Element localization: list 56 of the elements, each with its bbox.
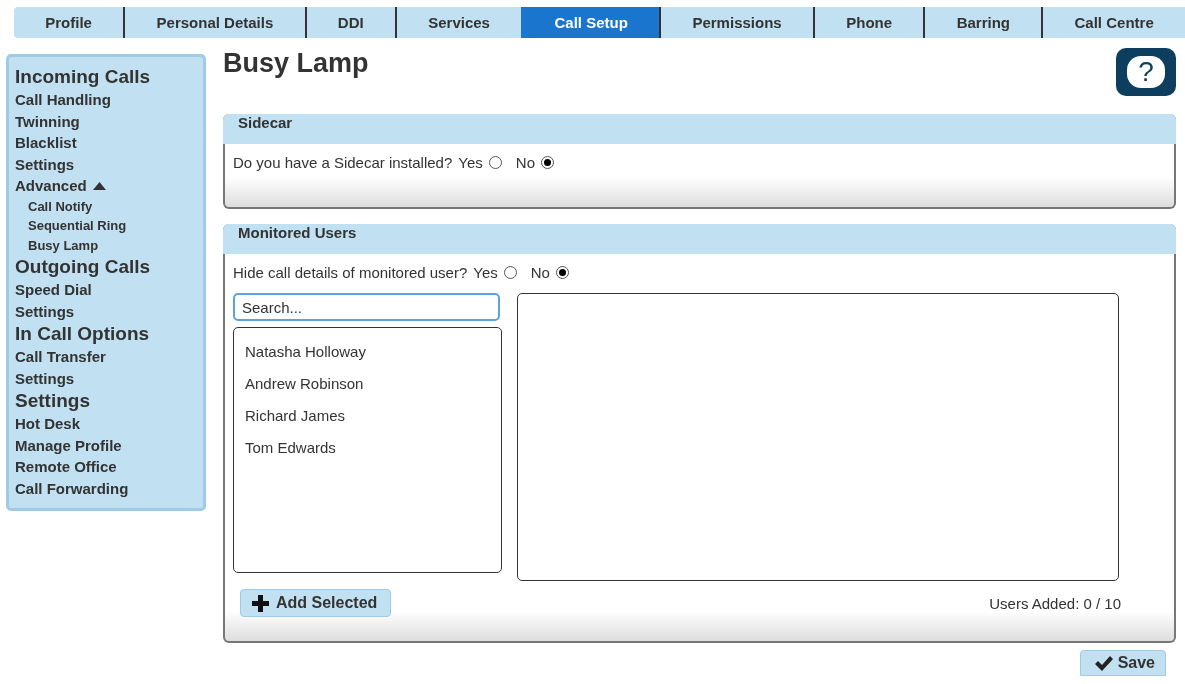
option-label: Yes bbox=[473, 264, 498, 281]
sidebar-heading: Outgoing Calls bbox=[15, 255, 152, 279]
save-button[interactable]: Save bbox=[1079, 650, 1166, 676]
option-label: No bbox=[515, 154, 535, 171]
question-text: Do you have a Sidecar installed? bbox=[233, 154, 453, 171]
sidebar-link-text: Advanced bbox=[15, 176, 87, 196]
panel-title: Sidecar bbox=[223, 114, 1176, 144]
check-icon bbox=[1093, 655, 1113, 671]
option-label: Yes bbox=[458, 154, 483, 171]
sidebar-link[interactable]: Hot Desk bbox=[15, 413, 197, 435]
nav-tab[interactable]: Call Setup bbox=[521, 7, 660, 38]
radio-button[interactable] bbox=[488, 156, 502, 169]
nav-tab[interactable]: Phone bbox=[812, 7, 924, 38]
nav-tab[interactable]: Permissions bbox=[659, 7, 813, 38]
caret-up-icon bbox=[92, 181, 106, 190]
sidebar-sublink[interactable]: Sequential Ring bbox=[15, 216, 197, 236]
sidebar-sublink[interactable]: Call Notify bbox=[15, 196, 197, 216]
add-selected-button[interactable]: Add Selected bbox=[240, 589, 392, 617]
user-list-item[interactable]: Richard James bbox=[245, 405, 346, 426]
user-list-item[interactable]: Natasha Holloway bbox=[245, 341, 366, 362]
sidebar-link[interactable]: Twinning bbox=[15, 110, 197, 132]
sidebar-link[interactable]: Advanced bbox=[15, 175, 197, 197]
question-text: Hide call details of monitored user? bbox=[233, 264, 468, 281]
sidebar-heading: In Call Options bbox=[15, 322, 151, 346]
nav-tab[interactable]: Personal Details bbox=[123, 7, 305, 38]
nav-tab[interactable]: Services bbox=[394, 7, 522, 38]
sidebar-link[interactable]: Remote Office bbox=[15, 456, 197, 478]
panel-title: Monitored Users bbox=[223, 224, 1176, 254]
sidebar-link[interactable]: Manage Profile bbox=[15, 434, 197, 456]
radio-button[interactable] bbox=[555, 266, 569, 279]
nav-tab[interactable]: Profile bbox=[14, 7, 124, 38]
nav-tab[interactable]: DDI bbox=[304, 7, 395, 38]
sidebar-link[interactable]: Call Transfer bbox=[15, 346, 197, 368]
sidebar-link[interactable]: Settings bbox=[15, 367, 197, 389]
page-title: Busy Lamp bbox=[223, 48, 369, 79]
sidebar-link[interactable]: Speed Dial bbox=[15, 279, 197, 301]
user-list-item[interactable]: Andrew Robinson bbox=[245, 373, 364, 394]
sidebar-heading: Incoming Calls bbox=[15, 65, 152, 89]
sidebar-link[interactable]: Blacklist bbox=[15, 132, 197, 154]
sidebar-sublink[interactable]: Busy Lamp bbox=[15, 235, 197, 255]
user-list-item[interactable]: Tom Edwards bbox=[245, 437, 336, 458]
sidebar-link[interactable]: Settings bbox=[15, 153, 197, 175]
sidebar-link[interactable]: Call Forwarding bbox=[15, 477, 197, 499]
nav-tab[interactable]: Barring bbox=[923, 7, 1042, 38]
nav-tab[interactable]: Call Centre bbox=[1041, 7, 1185, 38]
sidebar-link[interactable]: Settings bbox=[15, 300, 197, 322]
sidebar-link[interactable]: Call Handling bbox=[15, 89, 197, 111]
sidebar-heading: Settings bbox=[15, 389, 91, 413]
radio-button[interactable] bbox=[503, 266, 517, 279]
option-label: No bbox=[530, 264, 550, 281]
search-field[interactable]: Search... bbox=[233, 293, 500, 321]
help-button[interactable]: ? bbox=[1116, 48, 1176, 96]
plus-icon bbox=[252, 594, 269, 612]
users-added-count: Users Added: 0 / 10 bbox=[989, 594, 1121, 612]
radio-button[interactable] bbox=[541, 156, 554, 169]
help-text: ? bbox=[1127, 56, 1165, 88]
